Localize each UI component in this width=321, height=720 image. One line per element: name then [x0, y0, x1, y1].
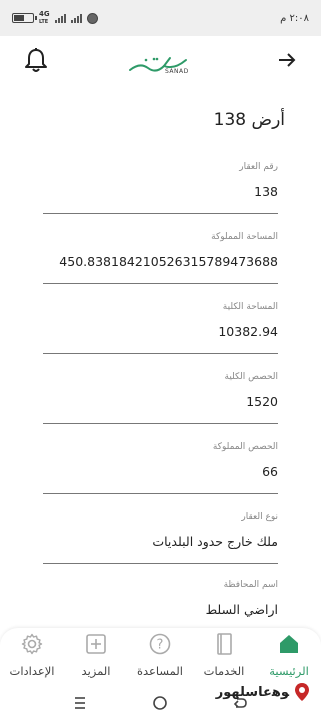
watermark: ﻮﻫﻋﺎﺳﻠﻬﻮﺭ [216, 682, 311, 702]
field-value: ملك خارج حدود البلديات [152, 534, 278, 549]
field-label: المساحة الكلية [222, 302, 278, 312]
nav-label: الرئيسية [269, 664, 309, 678]
recent-apps-icon[interactable] [72, 695, 88, 711]
field-value: 66 [262, 464, 278, 479]
home-button-icon[interactable] [152, 695, 168, 711]
divider [43, 353, 278, 354]
divider [43, 213, 278, 214]
property-details: أرض 138 رقم العقار 138 المساحة المملوكة … [0, 86, 321, 628]
bottom-nav: الرئيسية الخدمات ? المساعدة المزيد الإعد… [0, 628, 321, 686]
field-owned-area[interactable]: المساحة المملوكة 450.8381842105263157894… [42, 232, 278, 269]
field-label: الحصص الكلية [224, 372, 278, 382]
gear-icon [21, 633, 43, 655]
signal-icon-2 [70, 13, 82, 23]
field-governorate[interactable]: اسم المحافظة اراضي السلط [42, 580, 278, 617]
field-label: رقم العقار [239, 162, 278, 172]
field-owned-shares[interactable]: الحصص المملوكة 66 [42, 442, 278, 479]
divider [43, 423, 278, 424]
watermark-text: ﻮﻫﻋﺎﺳﻠﻬﻮﺭ [215, 684, 289, 700]
divider [43, 283, 278, 284]
field-label: الحصص المملوكة [212, 442, 278, 452]
field-property-number[interactable]: رقم العقار 138 [42, 162, 278, 199]
divider [43, 563, 278, 564]
alarm-icon [86, 12, 98, 24]
field-label: المساحة المملوكة [211, 232, 278, 242]
nav-label: المساعدة [136, 664, 184, 678]
status-bar: 4G LTE ٢:٠٨ م [0, 0, 321, 36]
signal-icon [54, 13, 66, 23]
battery-icon [12, 13, 37, 23]
nav-settings[interactable]: الإعدادات [2, 632, 62, 678]
svg-text:?: ? [157, 638, 164, 653]
nav-label: المزيد [81, 664, 111, 678]
nav-more[interactable]: المزيد [66, 632, 126, 678]
status-icons: 4G LTE [12, 9, 98, 26]
plus-square-icon [86, 634, 106, 654]
home-icon [280, 635, 298, 653]
field-label: اسم المحافظة [223, 580, 278, 590]
nav-home[interactable]: الرئيسية [259, 632, 319, 678]
brand-label: SANAD [165, 68, 189, 75]
page-title: أرض 138 [213, 110, 285, 130]
app-bar: SANAD [0, 36, 321, 86]
status-time: ٢:٠٨ م [280, 12, 309, 24]
location-pin-icon [295, 683, 309, 701]
bell-icon[interactable] [22, 46, 50, 74]
field-value: 10382.94 [218, 324, 278, 339]
field-value: 450.838184210526315789473688 [59, 254, 278, 269]
arrow-right-icon[interactable] [275, 48, 299, 72]
field-value: 1520 [246, 394, 278, 409]
divider [43, 493, 278, 494]
help-icon: ? [149, 633, 171, 655]
field-total-area[interactable]: المساحة الكلية 10382.94 [42, 302, 278, 339]
field-total-shares[interactable]: الحصص الكلية 1520 [42, 372, 278, 409]
nav-label: الخدمات [203, 664, 245, 678]
nav-label: الإعدادات [9, 664, 55, 678]
nav-services[interactable]: الخدمات [194, 632, 254, 678]
network-type: 4G LTE [39, 9, 50, 25]
field-property-type[interactable]: نوع العقار ملك خارج حدود البلديات [42, 512, 278, 549]
services-icon [217, 633, 232, 655]
field-label: نوع العقار [241, 512, 278, 522]
sanad-logo [129, 57, 187, 72]
field-value: اراضي السلط [205, 602, 278, 617]
nav-help[interactable]: ? المساعدة [130, 632, 190, 678]
field-value: 138 [254, 184, 278, 199]
